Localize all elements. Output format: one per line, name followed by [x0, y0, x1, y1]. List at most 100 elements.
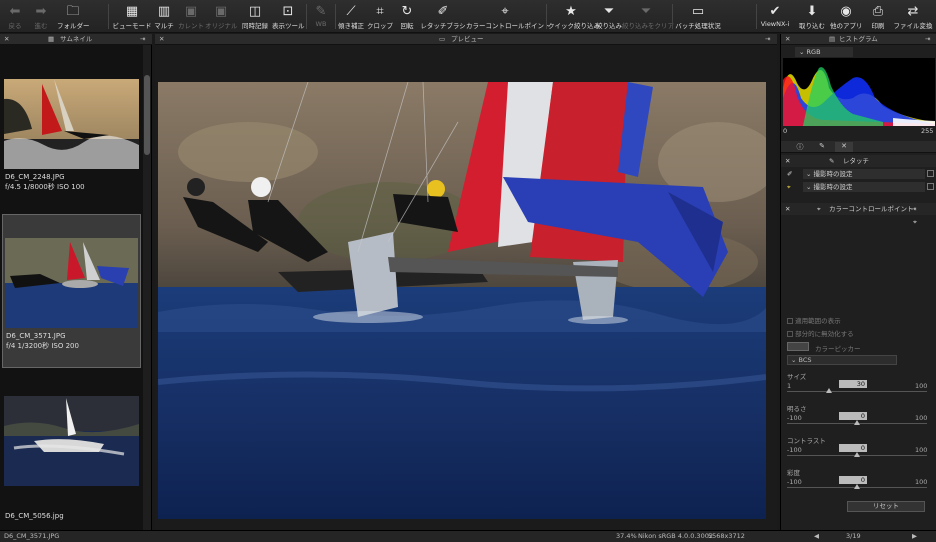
thumbnail-item-selected[interactable]: D6_CM_3571.JPG f/4 1/3200秒 ISO 200: [2, 214, 141, 368]
print-button[interactable]: ⎙ 印刷: [866, 3, 890, 31]
edit-tab-icon[interactable]: ✎: [813, 142, 831, 152]
slider-3[interactable]: 彩度 0 -100 100: [787, 467, 927, 489]
retouch-select[interactable]: ⌄ 撮影時の設定: [803, 169, 925, 179]
retouch-row[interactable]: ✐ ⌄ 撮影時の設定: [781, 168, 936, 180]
rotate-button[interactable]: ↻ 回転: [396, 3, 418, 31]
slider-value[interactable]: 0: [839, 412, 867, 420]
panel-menu-icon[interactable]: ⇥: [911, 203, 916, 215]
thumbnail-info: f/4.5 1/8000秒 ISO 100: [5, 183, 85, 191]
straighten-button[interactable]: ⟋ 傾き補正: [338, 3, 364, 31]
brush-icon: ✐: [787, 170, 793, 178]
slider-knob[interactable]: [854, 484, 860, 489]
clear-filter-button[interactable]: ⏷ 絞り込みをクリア: [622, 3, 674, 31]
other-apps-button[interactable]: ◉ 他のアプリ: [830, 3, 863, 31]
next-icon[interactable]: ▶: [912, 531, 917, 542]
checkbox[interactable]: [787, 318, 793, 324]
sailing-photo: [158, 82, 766, 519]
add-point-icon[interactable]: ⌖: [913, 218, 917, 227]
thumbnail-scrollbar[interactable]: [143, 45, 151, 530]
slider-knob[interactable]: [826, 388, 832, 393]
info-tab-icon[interactable]: ⓘ: [791, 142, 809, 152]
mode-select[interactable]: ⌄ BCS: [787, 355, 897, 365]
current-button[interactable]: ▣ カレント: [178, 3, 204, 31]
color-swatch[interactable]: [787, 342, 809, 351]
slider-value[interactable]: 30: [839, 380, 867, 388]
folder-button[interactable]: 🗀 フォルダー: [57, 3, 90, 31]
ccp-checkbox[interactable]: [927, 183, 934, 190]
slider-knob[interactable]: [854, 452, 860, 457]
view-mode-button[interactable]: ▦ ビューモード: [112, 3, 152, 31]
close-icon[interactable]: ✕: [785, 203, 790, 215]
viewnx-button[interactable]: ✔ ViewNX-i: [760, 3, 790, 31]
current-icon: ▣: [184, 4, 198, 19]
forward-arrow-icon: ➡: [35, 4, 47, 19]
convert-icon: ⇄: [907, 4, 919, 19]
panel-menu-icon[interactable]: ⇥: [140, 34, 145, 44]
checkbox[interactable]: [787, 331, 793, 337]
chevron-down-icon: ⌄: [799, 48, 807, 56]
slider-max: 100: [915, 382, 928, 390]
slider-knob[interactable]: [854, 420, 860, 425]
color-control-point-button[interactable]: ⌖ カラーコントロールポイント: [466, 3, 551, 31]
scrollbar-thumb[interactable]: [144, 75, 150, 155]
display-tools-button[interactable]: ⊡ 表示ツール: [272, 3, 305, 31]
histogram-min-label: 0: [783, 127, 788, 135]
import-button[interactable]: ⬇ 取り込む: [798, 3, 826, 31]
wb-button[interactable]: ✎ WB: [310, 3, 332, 31]
slider-min: 1: [787, 382, 792, 390]
ccp-icon: ⌖: [817, 205, 821, 213]
color-picker-label: カラーピッカー: [815, 345, 861, 353]
close-icon[interactable]: ✕: [159, 34, 164, 44]
close-icon[interactable]: ✕: [785, 155, 790, 167]
palette-tabs: ⓘ ✎ ✕: [781, 141, 936, 153]
select-value: 撮影時の設定: [813, 183, 853, 191]
batch-status-button[interactable]: ▭ バッチ処理状況: [675, 3, 721, 31]
adjust-tab-icon[interactable]: ✕: [835, 142, 853, 152]
original-button[interactable]: ▣ オリジナル: [205, 3, 238, 31]
multi-button[interactable]: ▥ マルチ: [153, 3, 175, 31]
back-button[interactable]: ⬅ 戻る: [4, 3, 26, 31]
filter-icon: ⏷: [603, 4, 615, 19]
retouch-brush-button[interactable]: ✐ レタッチブラシ: [420, 3, 466, 31]
slider-value[interactable]: 0: [839, 476, 867, 484]
thumbnail-item[interactable]: D6_CM_2248.JPG f/4.5 1/8000秒 ISO 100: [2, 50, 141, 230]
panel-title: プレビュー: [451, 35, 484, 43]
convert-button[interactable]: ⇄ ファイル変換: [893, 3, 933, 31]
preview-image[interactable]: [158, 82, 766, 519]
slider-max: 100: [915, 446, 928, 454]
forward-button[interactable]: ➡ 進む: [30, 3, 52, 31]
slider-value[interactable]: 0: [839, 444, 867, 452]
ccp-select[interactable]: ⌄ 撮影時の設定: [803, 182, 925, 192]
brush-icon: ✐: [437, 4, 449, 19]
disable-partial-option[interactable]: 部分的に無効化する: [787, 328, 854, 338]
close-icon[interactable]: ✕: [785, 34, 790, 44]
simultaneous-button[interactable]: ◫ 同時記録: [240, 3, 270, 31]
channel-select[interactable]: ⌄ RGB: [795, 47, 853, 57]
reset-button[interactable]: リセット: [847, 501, 925, 512]
slider-2[interactable]: コントラスト 0 -100 100: [787, 435, 927, 457]
panel-menu-icon[interactable]: ⇥: [925, 34, 930, 44]
eyedropper-icon: ✎: [315, 4, 327, 19]
status-profile: Nikon sRGB 4.0.0.3002: [638, 532, 713, 540]
section-title: レタッチ: [843, 157, 869, 165]
display-tools-icon: ⊡: [282, 4, 294, 19]
thumbnail-item[interactable]: D6_CM_5056.jpg: [2, 379, 141, 529]
ccp-row[interactable]: ⌖ ⌄ 撮影時の設定: [781, 181, 936, 193]
status-page: 3/19: [846, 532, 861, 540]
slider-1[interactable]: 明るさ 0 -100 100: [787, 403, 927, 425]
back-arrow-icon: ⬅: [9, 4, 21, 19]
quick-filter-button[interactable]: ★ クイック絞り込み: [548, 3, 600, 31]
channel-value: RGB: [806, 48, 821, 56]
panel-menu-icon[interactable]: ⇥: [765, 34, 770, 44]
thumbnail-filename: D6_CM_3571.JPG: [6, 332, 66, 340]
show-range-option[interactable]: 適用範囲の表示: [787, 315, 841, 325]
printer-icon: ⎙: [872, 4, 884, 19]
filter-button[interactable]: ⏷ 絞り込み: [596, 3, 622, 31]
retouch-checkbox[interactable]: [927, 170, 934, 177]
prev-icon[interactable]: ◀: [814, 531, 819, 542]
slider-0[interactable]: サイズ 30 1 100: [787, 371, 927, 393]
close-icon[interactable]: ✕: [4, 34, 9, 44]
slider-max: 100: [915, 414, 928, 422]
crop-button[interactable]: ⌗ クロップ: [366, 3, 394, 31]
slider-track[interactable]: [787, 391, 927, 392]
